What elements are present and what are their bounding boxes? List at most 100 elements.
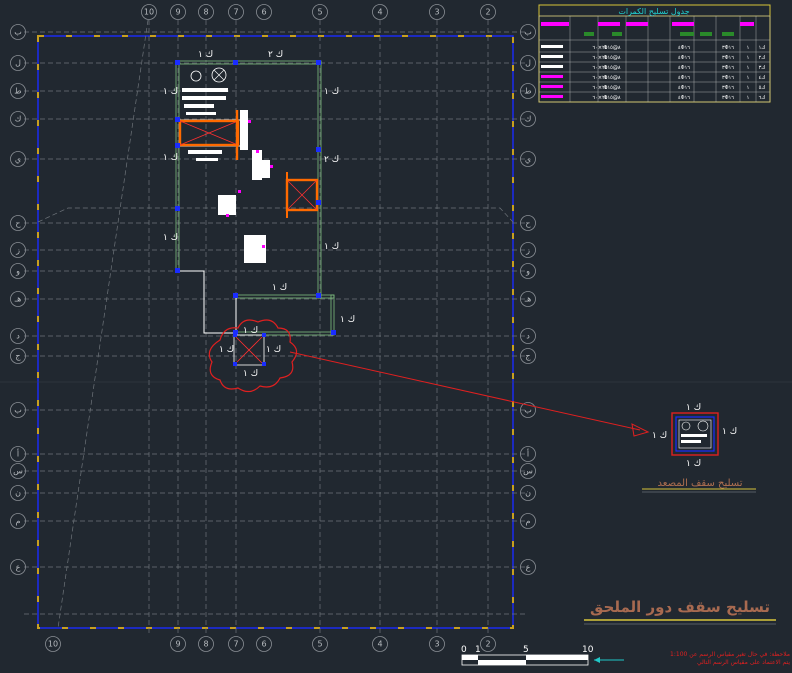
grid-bubble-label: 6 <box>261 8 266 17</box>
grid-bubble-label: ع <box>526 563 531 572</box>
grid-bubble-left: ط <box>10 83 26 99</box>
table-cell: Φ٨@١٥ <box>604 45 621 51</box>
construction-lines <box>0 19 792 629</box>
annotation-marks <box>226 120 273 248</box>
grid-bubble-top: 9 <box>170 4 186 20</box>
grid-bubble-top: 4 <box>372 4 388 20</box>
table-cell: ١ <box>747 85 750 91</box>
grid-bubble-label: و <box>525 267 530 276</box>
grid-bubble-label: ز <box>15 246 20 255</box>
table-header-block <box>612 32 622 36</box>
drawing-svg[interactable]: 10 9 8 7 6 5 4 3 2 10 9 8 7 6 5 4 3 2 بلطكيحزوهـدجبأسنمع… <box>0 0 792 673</box>
grid-bubble-label: هـ <box>14 295 22 304</box>
grid-bubble-label: 7 <box>233 8 238 17</box>
grid-bubble-label: م <box>16 517 21 526</box>
table-cell: ١ <box>747 95 750 101</box>
grid-bubbles-bottom: 10 9 8 7 6 5 4 3 2 <box>45 636 496 652</box>
cloud-beam-bottom: ك ١ <box>243 369 258 379</box>
grid-bubble-label: ز <box>525 246 530 255</box>
detail-title: تسليح سقف المصعد <box>658 478 743 489</box>
grid-bubble-label: 8 <box>203 640 208 649</box>
table-header-block <box>584 32 594 36</box>
grid-bubble-label: هـ <box>524 295 532 304</box>
table-cell: ١ <box>747 45 750 51</box>
table-cell: ٤Φ١٦ <box>678 95 690 101</box>
grid-bubble-label: د <box>526 332 530 341</box>
table-cell: Φ٨@١٥ <box>604 75 621 81</box>
grid-bubble-label: 10 <box>144 8 154 17</box>
grid-bubble-label: 3 <box>434 640 439 649</box>
grid-bubbles-right: ب ل ط ك ي ح ز و هـ د ج ب أس ن م ع <box>520 24 536 575</box>
grid-bubble-label: س <box>13 467 23 476</box>
cad-drawing-canvas[interactable]: 10 9 8 7 6 5 4 3 2 10 9 8 7 6 5 4 3 2 ب ل ط ك ي ح ز و هـ د ج ب أ س ن م ع… <box>0 0 792 673</box>
grid-bubble-left: ج <box>10 348 26 364</box>
table-header-block <box>700 32 712 36</box>
grid-bubble-bottom: 9 <box>170 636 186 652</box>
table-cell: ١ <box>747 55 750 61</box>
grid-bubble-label: ي <box>525 155 531 164</box>
beam-label-top-right: ك ٢ <box>268 50 283 60</box>
beam-label-right-2: ك ٢ <box>324 155 339 165</box>
grid-bubble-left: ن <box>10 485 26 501</box>
table-cell: Φ٨@١٥ <box>604 85 621 91</box>
table-cell: ٣Φ١٦ <box>722 55 734 61</box>
table-cell: ك١ <box>759 45 766 51</box>
table-cell: ك٢ <box>759 55 766 61</box>
grid-bubble-left: ز <box>10 242 26 258</box>
grid-bubble-label: 2 <box>485 640 490 649</box>
grid-bubble-label: أ <box>17 449 19 459</box>
detail-beam-bottom: ك ١ <box>686 459 701 469</box>
scale-tick-5: 5 <box>523 645 529 655</box>
table-cell: ١ <box>747 75 750 81</box>
grid-bubble-label: ج <box>525 352 531 361</box>
table-cell: ٣Φ١٦ <box>722 65 734 71</box>
grid-bubble-bottom: 2 <box>480 636 496 652</box>
grid-bubble-label: 3 <box>434 8 439 17</box>
table-cell: ٤Φ١٦ <box>678 85 690 91</box>
table-row-mark <box>541 95 563 98</box>
beam-label-right-1: ك ١ <box>324 87 339 97</box>
grid-bubble-label: 9 <box>175 8 180 17</box>
table-header-block <box>598 22 620 26</box>
grid-bubble-bottom: 5 <box>312 636 328 652</box>
grid-bubble-left: ي <box>10 151 26 167</box>
table-header-block <box>680 32 694 36</box>
grid-bubble-bottom: 6 <box>256 636 272 652</box>
grid-bubble-top: 10 <box>141 4 157 20</box>
grid-bubble-label: ح <box>15 219 21 228</box>
table-row-mark <box>541 85 563 88</box>
beam-label-left-1: ك ١ <box>163 87 178 97</box>
beam-label-top-left: ك ١ <box>198 50 213 60</box>
grid-bubble-label: 2 <box>485 8 490 17</box>
grid-bubble-bottom: 3 <box>429 636 445 652</box>
grid-bubble-label: ن <box>15 489 21 498</box>
table-header-block <box>626 22 648 26</box>
beam-label-right-3: ك ١ <box>324 242 339 252</box>
table-cell: ٣Φ١٦ <box>722 95 734 101</box>
grid-bubble-label: ب <box>524 28 532 37</box>
table-title: جدول تسليح الكمرات <box>618 7 689 16</box>
elevator-slab-detail[interactable]: ك ١ ك ١ ك ١ ك ١ <box>652 403 737 469</box>
grid-bubble-label: د <box>16 332 20 341</box>
grid-bubble-top: 3 <box>429 4 445 20</box>
grid-bubble-label: س <box>523 467 533 476</box>
main-title: تسليح سقف دور الملحق <box>590 598 770 616</box>
beam-schedule-table[interactable]: جدول تسليح الكمرات ك١١٢٥×٦٠ ٤Φ١٦ ٣Φ١٦Φ٨@١٥… <box>538 4 771 103</box>
grid-bubble-label: 5 <box>317 8 322 17</box>
grid-bubble-top: 6 <box>256 4 272 20</box>
table-header-block <box>722 32 734 36</box>
grid-bubble-left: ح <box>10 215 26 231</box>
annex-slab-plan[interactable]: ك ١ ك ٢ ك ١ ك ١ ك ١ ك ١ ك ٢ ك ١ ك ١ ك ١ <box>163 50 355 336</box>
grid-bubble-label: ل <box>525 59 531 68</box>
table-cell: Φ٨@١٥ <box>604 65 621 71</box>
beam-label-right-4: ك ١ <box>340 315 355 325</box>
grid-bubble-label: ط <box>524 87 531 96</box>
grid-bubble-label: ج <box>15 352 21 361</box>
grid-bubble-left: ب <box>10 402 26 418</box>
grid-bubble-top: 5 <box>312 4 328 20</box>
table-cell: ٣Φ١٦ <box>722 75 734 81</box>
detail-beam-right: ك ١ <box>722 427 737 437</box>
scale-tick-1: 1 <box>475 645 481 655</box>
grid-bubble-left: ك <box>10 111 26 127</box>
table-cell: ٤Φ١٦ <box>678 65 690 71</box>
